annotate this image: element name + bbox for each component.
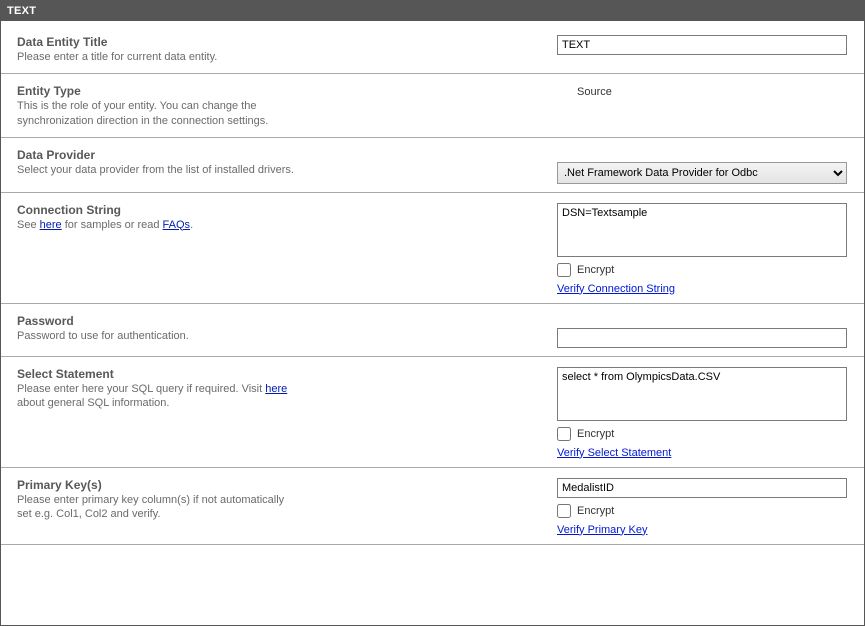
select-statement-desc: Please enter here your SQL query if requ… bbox=[17, 382, 297, 412]
verify-connection-string-link[interactable]: Verify Connection String bbox=[557, 283, 847, 295]
connection-string-encrypt-checkbox[interactable] bbox=[557, 263, 571, 277]
content-area: Data Entity Title Please enter a title f… bbox=[1, 21, 864, 545]
connection-string-label: Connection String bbox=[17, 203, 537, 217]
entity-type-label: Entity Type bbox=[17, 84, 537, 98]
entity-title-input[interactable] bbox=[557, 35, 847, 55]
data-provider-label: Data Provider bbox=[17, 148, 537, 162]
select-statement-encrypt-label: Encrypt bbox=[577, 428, 614, 440]
primary-key-input[interactable] bbox=[557, 478, 847, 498]
primary-key-encrypt-checkbox[interactable] bbox=[557, 504, 571, 518]
row-entity-title: Data Entity Title Please enter a title f… bbox=[1, 29, 864, 74]
row-password: Password Password to use for authenticat… bbox=[1, 308, 864, 357]
entity-type-value: Source bbox=[557, 84, 847, 98]
password-desc: Password to use for authentication. bbox=[17, 329, 537, 344]
primary-key-label: Primary Key(s) bbox=[17, 478, 537, 492]
verify-select-statement-link[interactable]: Verify Select Statement bbox=[557, 447, 847, 459]
password-label: Password bbox=[17, 314, 537, 328]
faqs-link[interactable]: FAQs bbox=[163, 219, 191, 231]
row-entity-type: Entity Type This is the role of your ent… bbox=[1, 78, 864, 138]
entity-title-desc: Please enter a title for current data en… bbox=[17, 50, 537, 65]
row-select-statement: Select Statement Please enter here your … bbox=[1, 361, 864, 468]
sql-info-here-link[interactable]: here bbox=[265, 383, 287, 395]
entity-type-desc: This is the role of your entity. You can… bbox=[17, 99, 297, 129]
connection-string-encrypt-label: Encrypt bbox=[577, 264, 614, 276]
select-statement-label: Select Statement bbox=[17, 367, 537, 381]
select-statement-input[interactable]: select * from OlympicsData.CSV bbox=[557, 367, 847, 421]
entity-title-label: Data Entity Title bbox=[17, 35, 537, 49]
window-titlebar: TEXT bbox=[1, 1, 864, 21]
connection-string-input[interactable]: DSN=Textsample bbox=[557, 203, 847, 257]
password-input[interactable] bbox=[557, 328, 847, 348]
verify-primary-key-link[interactable]: Verify Primary Key bbox=[557, 524, 847, 536]
samples-here-link[interactable]: here bbox=[40, 219, 62, 231]
row-connection-string: Connection String See here for samples o… bbox=[1, 197, 864, 304]
row-primary-key: Primary Key(s) Please enter primary key … bbox=[1, 472, 864, 545]
connection-string-desc: See here for samples or read FAQs. bbox=[17, 218, 537, 233]
primary-key-encrypt-label: Encrypt bbox=[577, 505, 614, 517]
dialog-window: TEXT Data Entity Title Please enter a ti… bbox=[0, 0, 865, 626]
select-statement-encrypt-checkbox[interactable] bbox=[557, 427, 571, 441]
row-data-provider: Data Provider Select your data provider … bbox=[1, 142, 864, 193]
primary-key-desc: Please enter primary key column(s) if no… bbox=[17, 493, 297, 523]
data-provider-select[interactable]: .Net Framework Data Provider for Odbc bbox=[557, 162, 847, 184]
data-provider-desc: Select your data provider from the list … bbox=[17, 163, 537, 178]
